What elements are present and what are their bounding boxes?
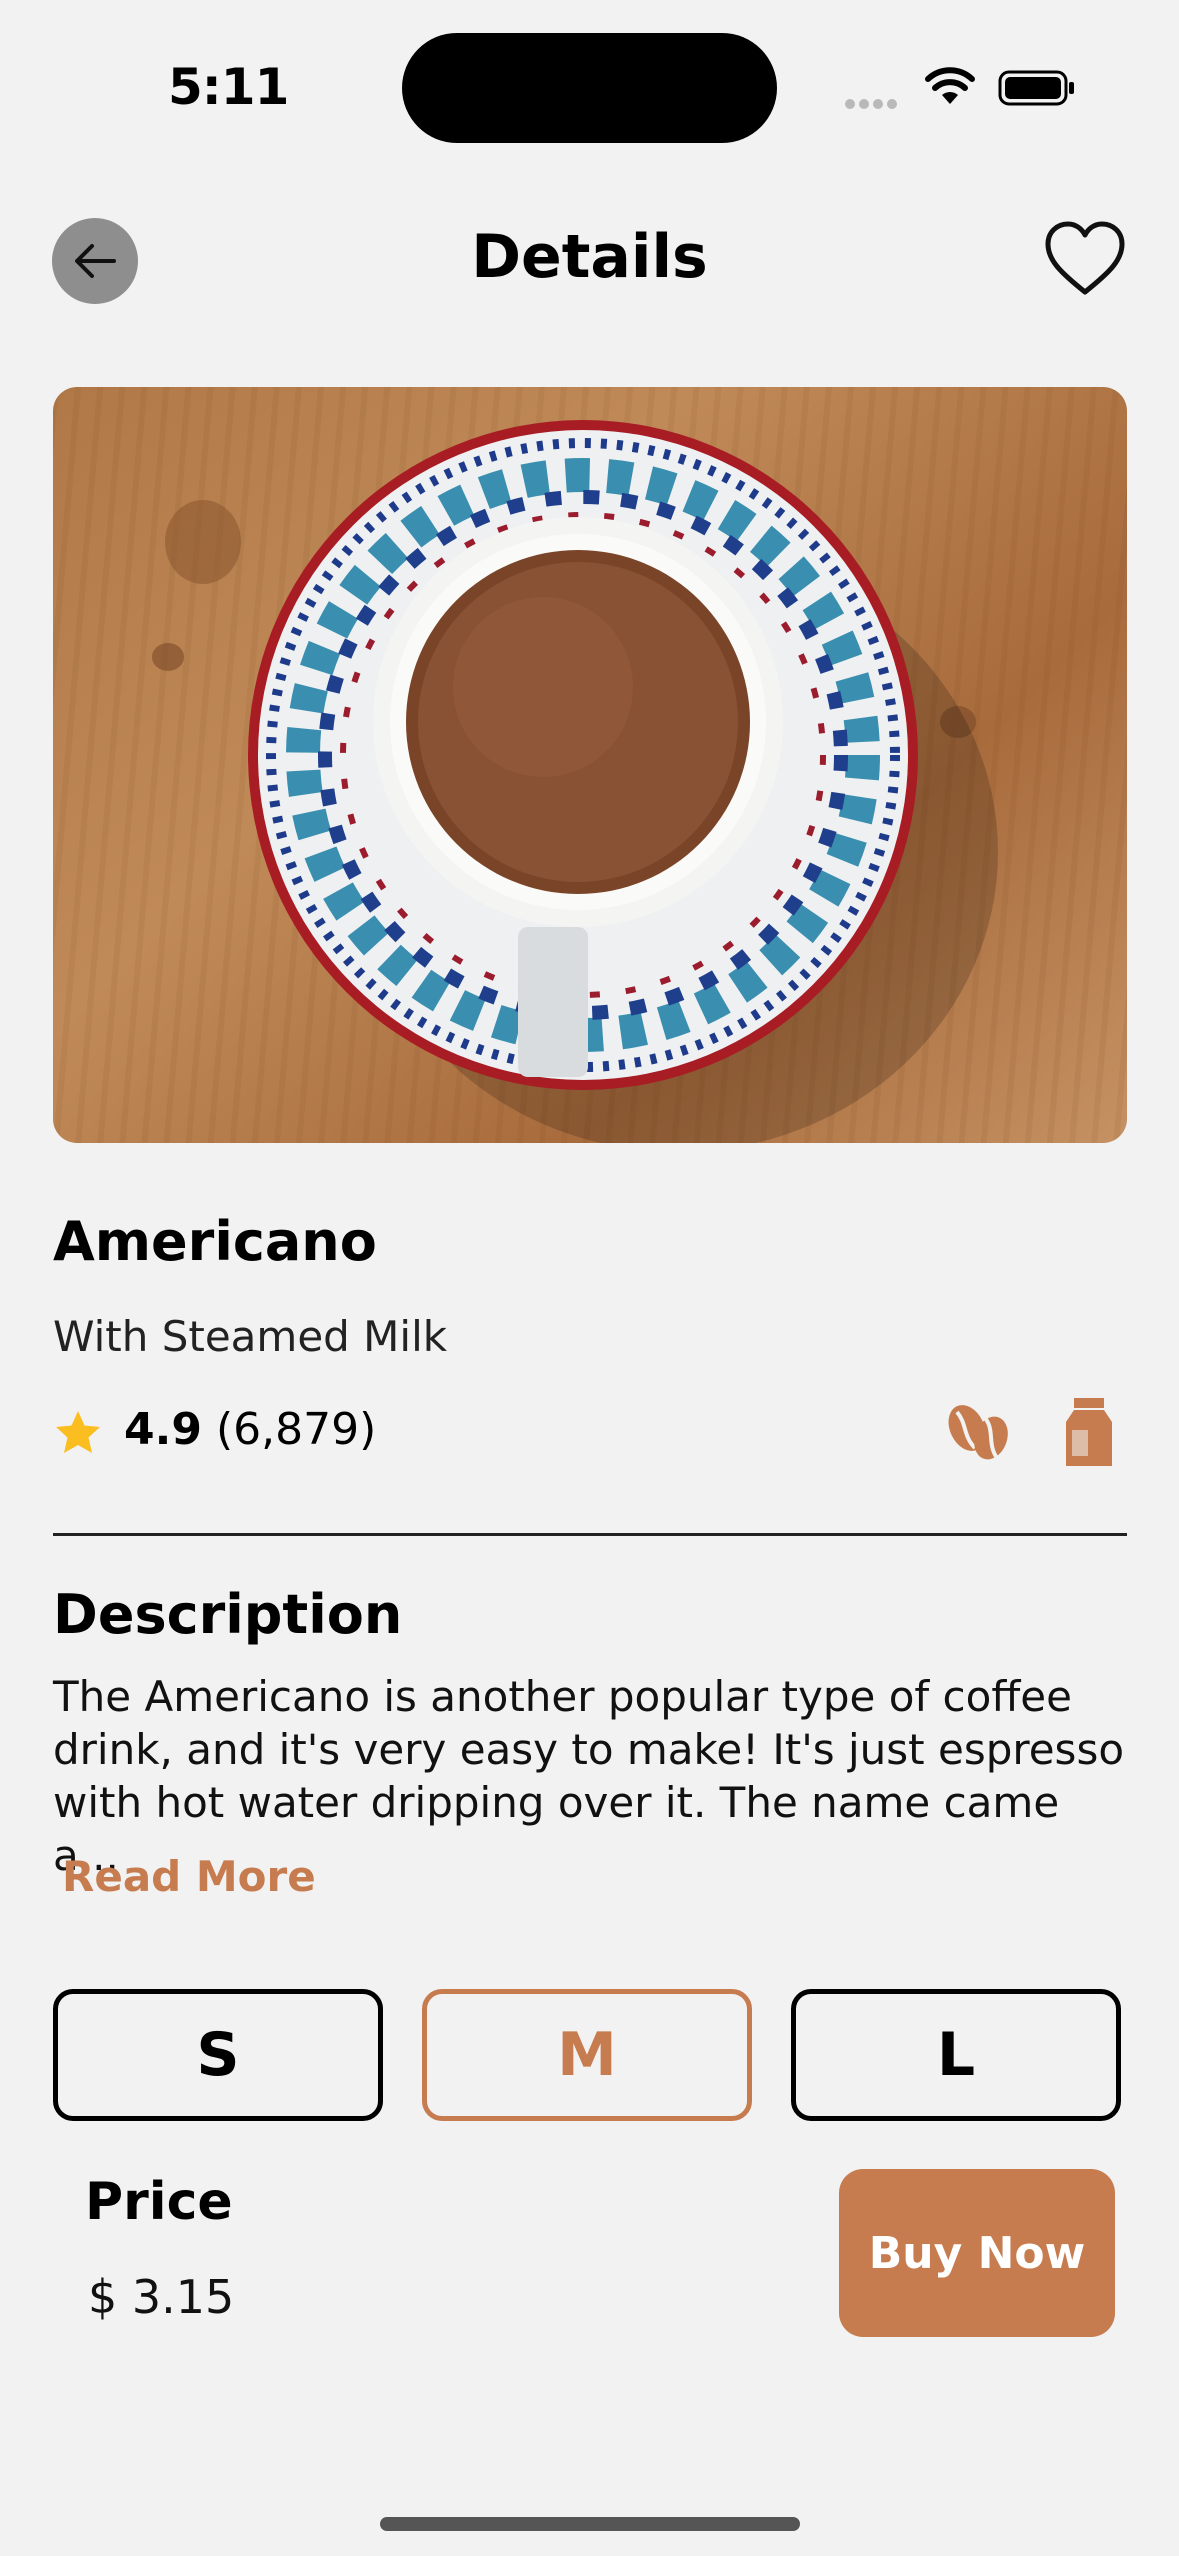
product-name: Americano [53, 1210, 377, 1273]
description-text: The Americano is another popular type of… [53, 1672, 1125, 1880]
status-time: 5:11 [168, 58, 289, 116]
home-indicator[interactable] [380, 2517, 800, 2531]
wifi-icon [925, 67, 975, 104]
cellular-signal-icon [845, 94, 901, 113]
price-label: Price [85, 2172, 233, 2232]
product-image [53, 387, 1127, 1143]
dynamic-island [402, 33, 777, 143]
coffee-bean-icon [948, 1405, 1008, 1460]
price-value: $ 3.15 [88, 2270, 235, 2324]
battery-icon [998, 70, 1074, 106]
description-heading: Description [53, 1583, 403, 1646]
star-icon [56, 1411, 100, 1453]
size-option-m[interactable]: M [422, 1989, 752, 2121]
divider [53, 1533, 1127, 1536]
product-subtitle: With Steamed Milk [53, 1312, 448, 1361]
buy-now-button[interactable]: Buy Now [839, 2169, 1115, 2337]
heart-icon[interactable] [1040, 214, 1130, 304]
milk-icon [1066, 1398, 1112, 1466]
read-more-link[interactable]: Read More [62, 1852, 316, 1901]
page-title: Details [471, 222, 708, 292]
rating: 4.9 (6,879) [124, 1404, 376, 1455]
size-option-l[interactable]: L [791, 1989, 1121, 2121]
size-option-s[interactable]: S [53, 1989, 383, 2121]
rating-count: (6,879) [215, 1404, 377, 1455]
rating-value: 4.9 [124, 1404, 202, 1455]
